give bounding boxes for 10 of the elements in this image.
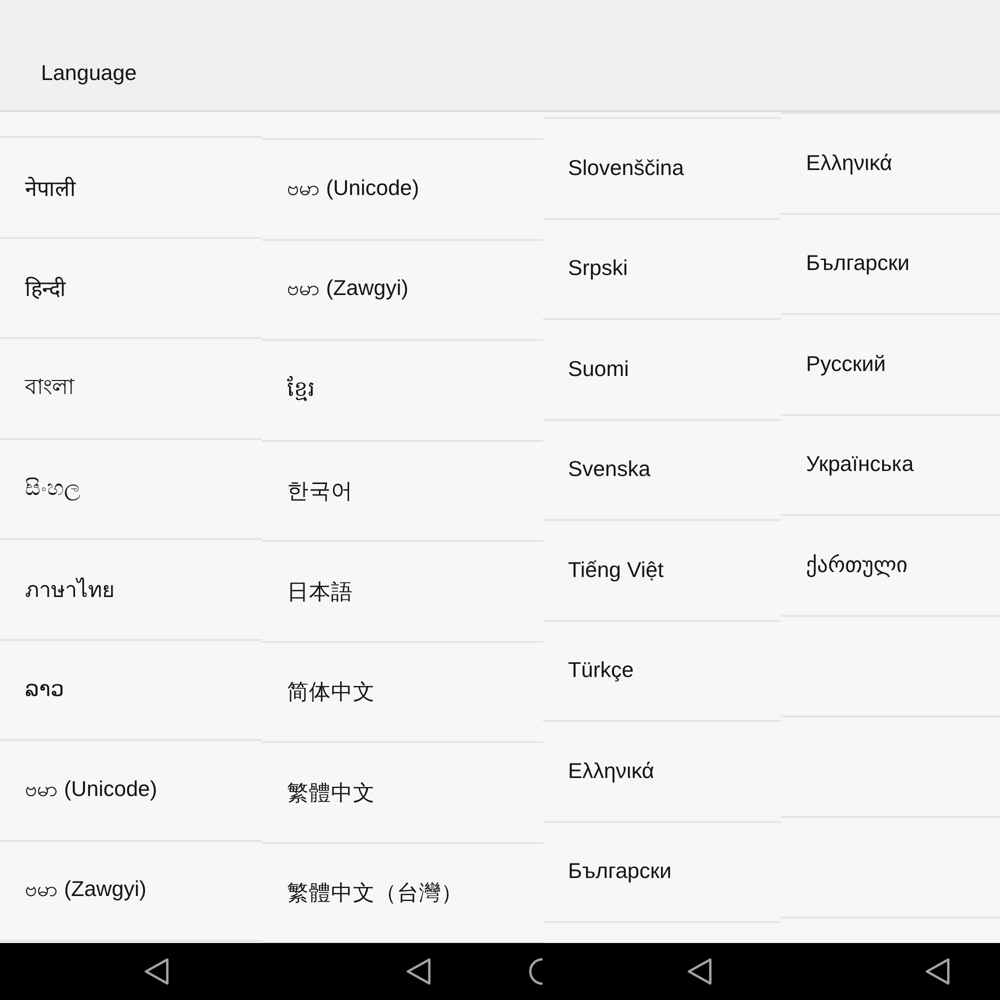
language-option[interactable]: ქართული [781,514,1000,614]
back-icon[interactable] [406,958,431,985]
language-option[interactable]: Български [781,212,1000,313]
language-option[interactable]: Українська [781,414,1000,514]
language-option[interactable]: Ελληνικά [781,112,1000,212]
back-icon[interactable] [687,958,712,985]
language-option[interactable]: Русский [781,313,1000,414]
back-icon[interactable] [144,958,169,985]
screen-title: Language [41,60,137,86]
back-icon[interactable] [925,958,950,985]
